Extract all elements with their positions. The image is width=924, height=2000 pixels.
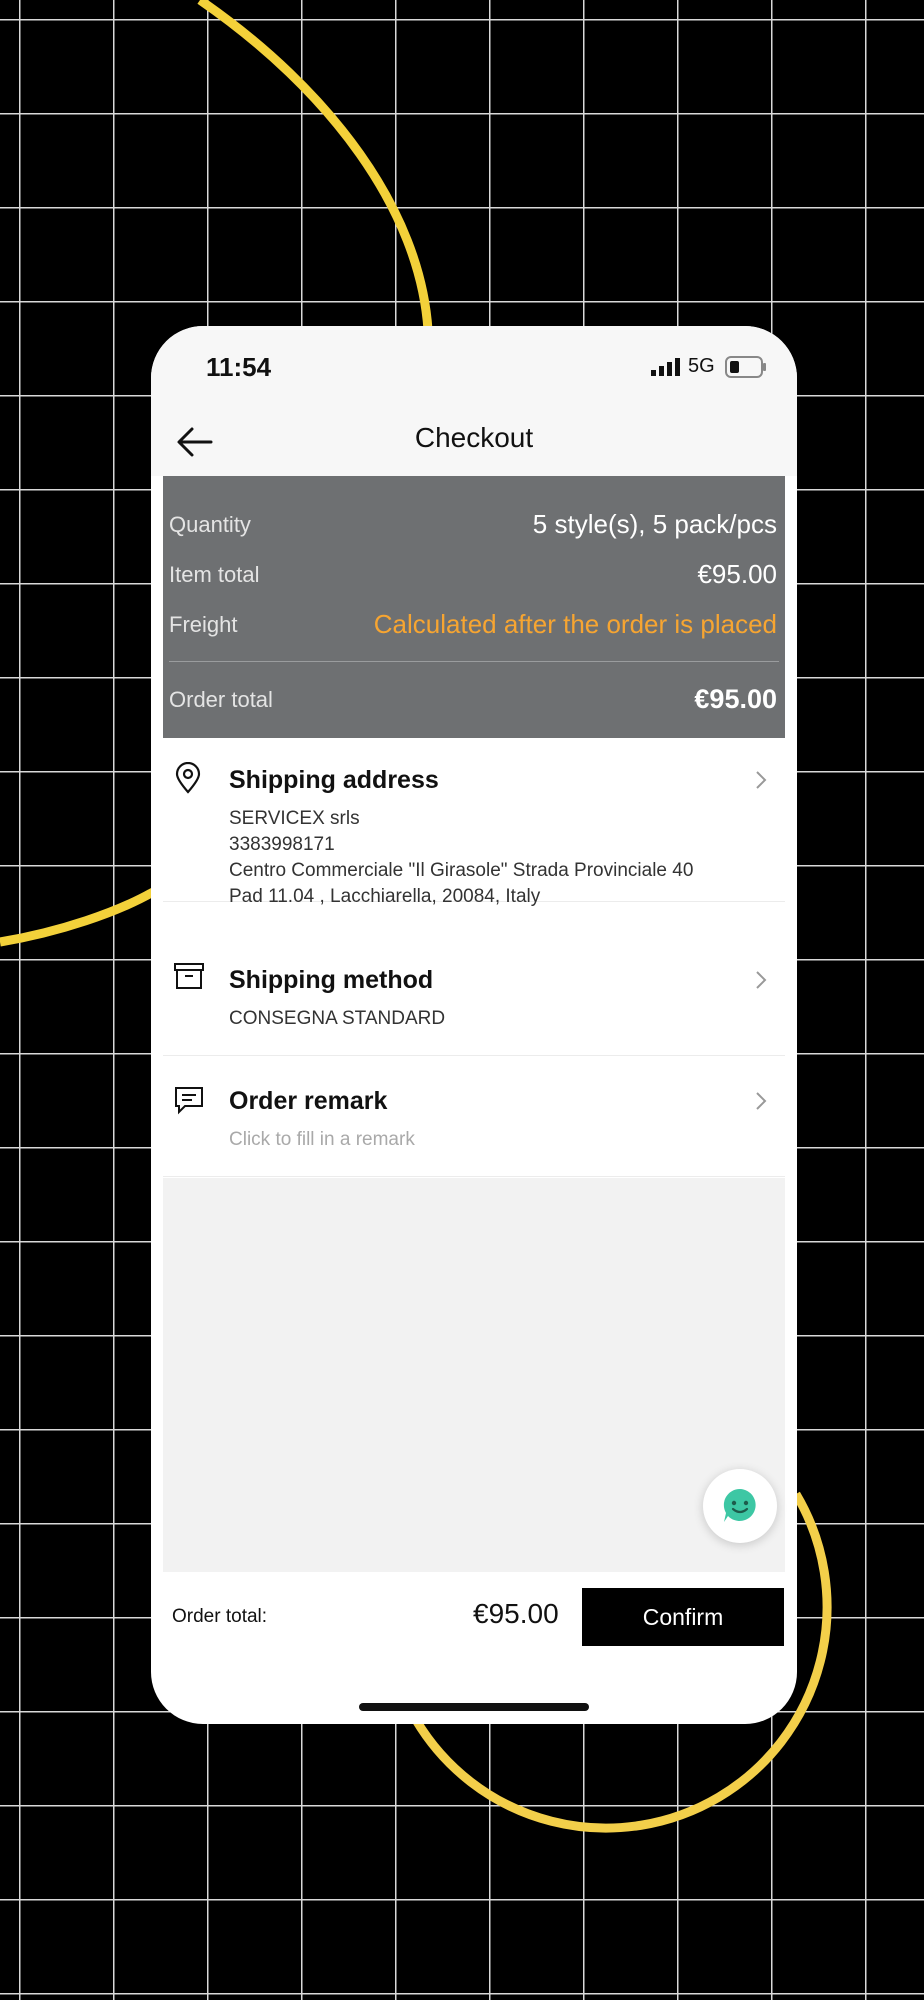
chevron-right-icon (756, 971, 767, 989)
address-phone: 3383998171 (229, 834, 335, 855)
status-time: 11:54 (206, 352, 272, 382)
bottom-total-value: €95.00 (473, 1598, 559, 1629)
package-box-icon (174, 963, 204, 989)
order-remark-placeholder[interactable]: Click to fill in a remark (229, 1129, 415, 1151)
shipping-method-row[interactable]: Shipping method CONSEGNA STANDARD (163, 936, 785, 1056)
chevron-right-icon (756, 1092, 767, 1110)
chat-support-icon (723, 1488, 756, 1522)
quantity-label: Quantity (169, 512, 251, 537)
order-total-value: €95.00 (694, 684, 777, 714)
summary-freight-row: Freight Calculated after the order is pl… (169, 609, 777, 643)
chat-support-button[interactable] (703, 1469, 777, 1543)
order-summary: Quantity 5 style(s), 5 pack/pcs Item tot… (163, 476, 785, 738)
freight-label: Freight (169, 612, 238, 637)
shipping-address-row[interactable]: Shipping address SERVICEX srls 338399817… (163, 742, 785, 907)
shipping-method-value: CONSEGNA STANDARD (229, 1008, 446, 1029)
summary-order-total-row: Order total €95.00 (169, 684, 777, 718)
shipping-method-title: Shipping method (229, 966, 434, 994)
network-type: 5G (688, 355, 715, 377)
address-name: SERVICEX srls (229, 808, 360, 829)
confirm-button[interactable]: Confirm (582, 1588, 784, 1646)
summary-item-total-row: Item total €95.00 (169, 559, 777, 593)
quantity-value: 5 style(s), 5 pack/pcs (532, 509, 777, 539)
shipping-address-title: Shipping address (229, 766, 439, 794)
freight-value: Calculated after the order is placed (373, 609, 777, 639)
content-spacer (163, 1178, 785, 1572)
bottom-bar: Order total: €95.00 Confirm (151, 1572, 797, 1672)
address-line1: Centro Commerciale "Il Girasole" Strada … (229, 860, 694, 881)
item-total-value: €95.00 (697, 559, 777, 589)
chevron-right-icon (756, 771, 767, 789)
address-line2: Pad 11.04 , Lacchiarella, 20084, Italy (229, 886, 541, 907)
status-bar: 11:54 5G (151, 326, 797, 406)
bottom-total-label: Order total: (172, 1606, 268, 1627)
location-pin-icon (175, 762, 201, 794)
message-icon (175, 1087, 203, 1115)
summary-divider (169, 661, 779, 662)
battery-icon (725, 356, 766, 378)
signal-icon (651, 358, 680, 376)
order-remark-title: Order remark (229, 1087, 388, 1115)
item-total-label: Item total (169, 562, 260, 587)
order-total-label: Order total (169, 687, 273, 712)
phone-screen: 11:54 5G Checkout Quantity 5 style(s), 5… (151, 326, 797, 1724)
order-remark-row[interactable]: Order remark Click to fill in a remark (163, 1057, 785, 1177)
nav-bar: Checkout (151, 406, 797, 476)
home-indicator (359, 1703, 589, 1711)
summary-quantity-row: Quantity 5 style(s), 5 pack/pcs (169, 509, 777, 543)
page-title: Checkout (414, 422, 534, 453)
